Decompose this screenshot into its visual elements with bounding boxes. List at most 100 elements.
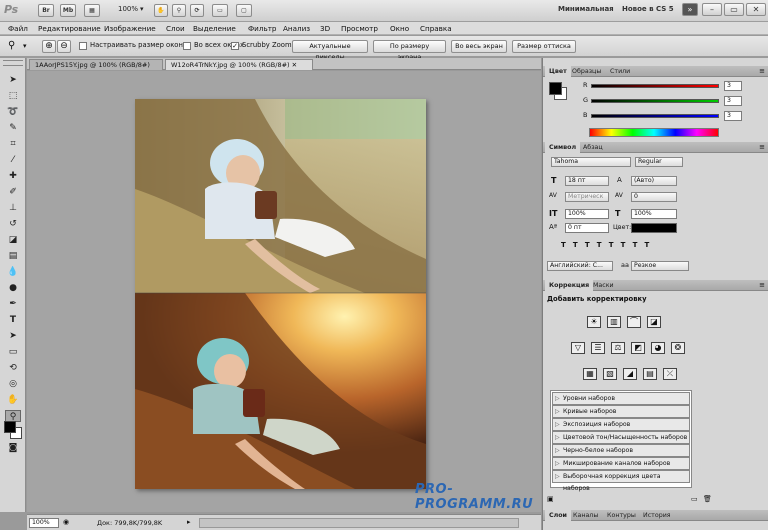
tab-document-1[interactable]: 1AAorJPS15Y.jpg @ 100% (RGB/8#) bbox=[29, 59, 163, 70]
zoom-tool-icon[interactable]: ⚲ bbox=[8, 40, 15, 51]
tab-layers[interactable]: Слои bbox=[545, 510, 571, 521]
quick-mask-icon[interactable]: ◙ bbox=[5, 442, 21, 454]
delete-icon[interactable]: 🗑 bbox=[703, 495, 712, 503]
brush-tool-icon[interactable]: ✐ bbox=[5, 186, 21, 198]
path-selection-tool-icon[interactable]: ➤ bbox=[5, 330, 21, 342]
tab-document-2[interactable]: W12oR4TrNkY.jpg @ 100% (RGB/8#) ✕ bbox=[165, 59, 313, 70]
blur-tool-icon[interactable]: 💧 bbox=[5, 266, 21, 278]
clip-layer-icon[interactable]: ▣ bbox=[547, 495, 554, 503]
zoom-field[interactable]: 100% bbox=[29, 518, 59, 528]
view-extras-button[interactable]: ▦ bbox=[84, 4, 100, 17]
menu-image[interactable]: Изображение bbox=[104, 24, 156, 33]
text-color-swatch[interactable] bbox=[631, 223, 677, 233]
horizontal-scrollbar[interactable] bbox=[199, 518, 519, 528]
color-ramp[interactable] bbox=[589, 128, 719, 137]
preset-channel-mixer[interactable]: Микширование каналов наборов bbox=[552, 457, 690, 470]
tab-styles[interactable]: Стили bbox=[606, 66, 634, 77]
menu-layers[interactable]: Слои bbox=[166, 24, 185, 33]
canvas-area[interactable]: PRO-PROGRAMM.RU bbox=[27, 71, 541, 512]
baseline-shift-field[interactable]: 0 пт bbox=[565, 223, 609, 233]
close-tab-icon[interactable]: ✕ bbox=[292, 61, 297, 69]
zoom-in-icon[interactable]: ⊕ bbox=[42, 40, 56, 53]
menu-filter[interactable]: Фильтр bbox=[248, 24, 276, 33]
zoom-level-select[interactable]: 100% bbox=[118, 5, 138, 13]
menu-view[interactable]: Просмотр bbox=[341, 24, 378, 33]
eraser-tool-icon[interactable]: ◪ bbox=[5, 234, 21, 246]
tab-paragraph[interactable]: Абзац bbox=[579, 142, 607, 153]
font-style-select[interactable]: Regular bbox=[635, 157, 683, 167]
red-slider[interactable] bbox=[591, 84, 719, 88]
preset-levels[interactable]: Уровни наборов bbox=[552, 392, 690, 405]
type-tool-icon[interactable]: T bbox=[5, 314, 21, 326]
pen-tool-icon[interactable]: ✒ bbox=[5, 298, 21, 310]
move-tool-icon[interactable]: ➤ bbox=[5, 74, 21, 86]
rotate-view-icon[interactable]: ⟳ bbox=[190, 4, 204, 17]
workspace-minimal[interactable]: Минимальная bbox=[558, 5, 614, 13]
preset-curves[interactable]: Кривые наборов bbox=[552, 405, 690, 418]
gradient-tool-icon[interactable]: ▤ bbox=[5, 250, 21, 262]
eyedropper-tool-icon[interactable]: ⁄ bbox=[5, 154, 21, 166]
kerning-select[interactable]: Метрическ bbox=[565, 192, 609, 202]
workspace-new-in-cs5[interactable]: Новое в CS 5 bbox=[622, 5, 674, 13]
brightness-contrast-icon[interactable]: ☀ bbox=[587, 316, 601, 328]
lasso-tool-icon[interactable]: ➰ bbox=[5, 106, 21, 118]
hand-icon[interactable]: ✋ bbox=[154, 4, 168, 17]
marquee-tool-icon[interactable]: ⬚ bbox=[5, 90, 21, 102]
menu-select[interactable]: Выделение bbox=[193, 24, 236, 33]
tab-paths[interactable]: Контуры bbox=[603, 510, 640, 521]
tab-color[interactable]: Цвет bbox=[545, 66, 571, 77]
shape-tool-icon[interactable]: ▭ bbox=[5, 346, 21, 358]
blue-value[interactable]: 3 bbox=[724, 111, 742, 121]
preset-hue-saturation[interactable]: Цветовой тон/Насыщенность наборов bbox=[552, 431, 690, 444]
tab-adjustments[interactable]: Коррекция bbox=[545, 280, 594, 291]
3d-orbit-tool-icon[interactable]: ◎ bbox=[5, 378, 21, 390]
language-select[interactable]: Английский: С... bbox=[547, 261, 613, 271]
color-fg-swatch-top[interactable] bbox=[549, 82, 562, 95]
color-balance-icon[interactable]: ⚖ bbox=[611, 342, 625, 354]
photo-filter-icon[interactable]: ◕ bbox=[651, 342, 665, 354]
exposure-icon[interactable]: ◪ bbox=[647, 316, 661, 328]
dodge-tool-icon[interactable]: ● bbox=[5, 282, 21, 294]
foreground-color-swatch-top[interactable] bbox=[4, 421, 16, 433]
all-windows-checkbox[interactable] bbox=[183, 42, 191, 50]
panel-menu-icon[interactable]: ≡ bbox=[759, 143, 765, 151]
invert-icon[interactable]: ▦ bbox=[583, 368, 597, 380]
preset-black-white[interactable]: Черно-белое наборов bbox=[552, 444, 690, 457]
horizontal-scale-field[interactable]: 100% bbox=[631, 209, 677, 219]
vibrance-icon[interactable]: ▽ bbox=[571, 342, 585, 354]
3d-rotate-tool-icon[interactable]: ⟲ bbox=[5, 362, 21, 374]
menu-file[interactable]: Файл bbox=[8, 24, 28, 33]
panel-menu-icon[interactable]: ≡ bbox=[759, 281, 765, 289]
zoom-chevron-icon[interactable]: ▾ bbox=[140, 5, 144, 13]
leading-select[interactable]: (Авто) bbox=[631, 176, 677, 186]
menu-analysis[interactable]: Анализ bbox=[283, 24, 310, 33]
screen-mode-button[interactable]: ▢ bbox=[236, 4, 252, 17]
font-family-select[interactable]: Tahoma bbox=[551, 157, 631, 167]
status-info-icon[interactable]: ◉ bbox=[63, 518, 69, 526]
green-slider[interactable] bbox=[591, 99, 719, 103]
scrubby-zoom-checkbox[interactable]: ✓ bbox=[231, 42, 239, 50]
resize-windows-checkbox[interactable] bbox=[79, 42, 87, 50]
tab-channels[interactable]: Каналы bbox=[569, 510, 602, 521]
preset-exposure[interactable]: Экспозиция наборов bbox=[552, 418, 690, 431]
minimize-button[interactable]: – bbox=[702, 3, 722, 16]
hue-saturation-icon[interactable]: ☰ bbox=[591, 342, 605, 354]
actual-pixels-button[interactable]: Актуальные пикселы bbox=[292, 40, 368, 61]
tool-preset-chevron-icon[interactable]: ▾ bbox=[23, 42, 27, 50]
toolbar-grip[interactable] bbox=[3, 60, 23, 66]
arrange-documents-button[interactable]: ▭ bbox=[212, 4, 228, 17]
preset-selective-color[interactable]: Выборочная коррекция цвета наборов bbox=[552, 470, 690, 492]
maximize-button[interactable]: ▭ bbox=[724, 3, 744, 16]
tab-masks[interactable]: Маски bbox=[589, 280, 618, 291]
type-style-buttons[interactable]: TTTTTTTT bbox=[561, 241, 656, 249]
levels-icon[interactable]: ▥ bbox=[607, 316, 621, 328]
hand-tool-icon[interactable]: ✋ bbox=[5, 394, 21, 406]
threshold-icon[interactable]: ◢ bbox=[623, 368, 637, 380]
tab-swatches[interactable]: Образцы bbox=[568, 66, 605, 77]
healing-brush-tool-icon[interactable]: ✚ bbox=[5, 170, 21, 182]
menu-help[interactable]: Справка bbox=[420, 24, 452, 33]
menu-3d[interactable]: 3D bbox=[320, 24, 330, 33]
tab-character[interactable]: Символ bbox=[545, 142, 581, 153]
crop-tool-icon[interactable]: ⌗ bbox=[5, 138, 21, 150]
font-size-select[interactable]: 18 пт bbox=[565, 176, 609, 186]
